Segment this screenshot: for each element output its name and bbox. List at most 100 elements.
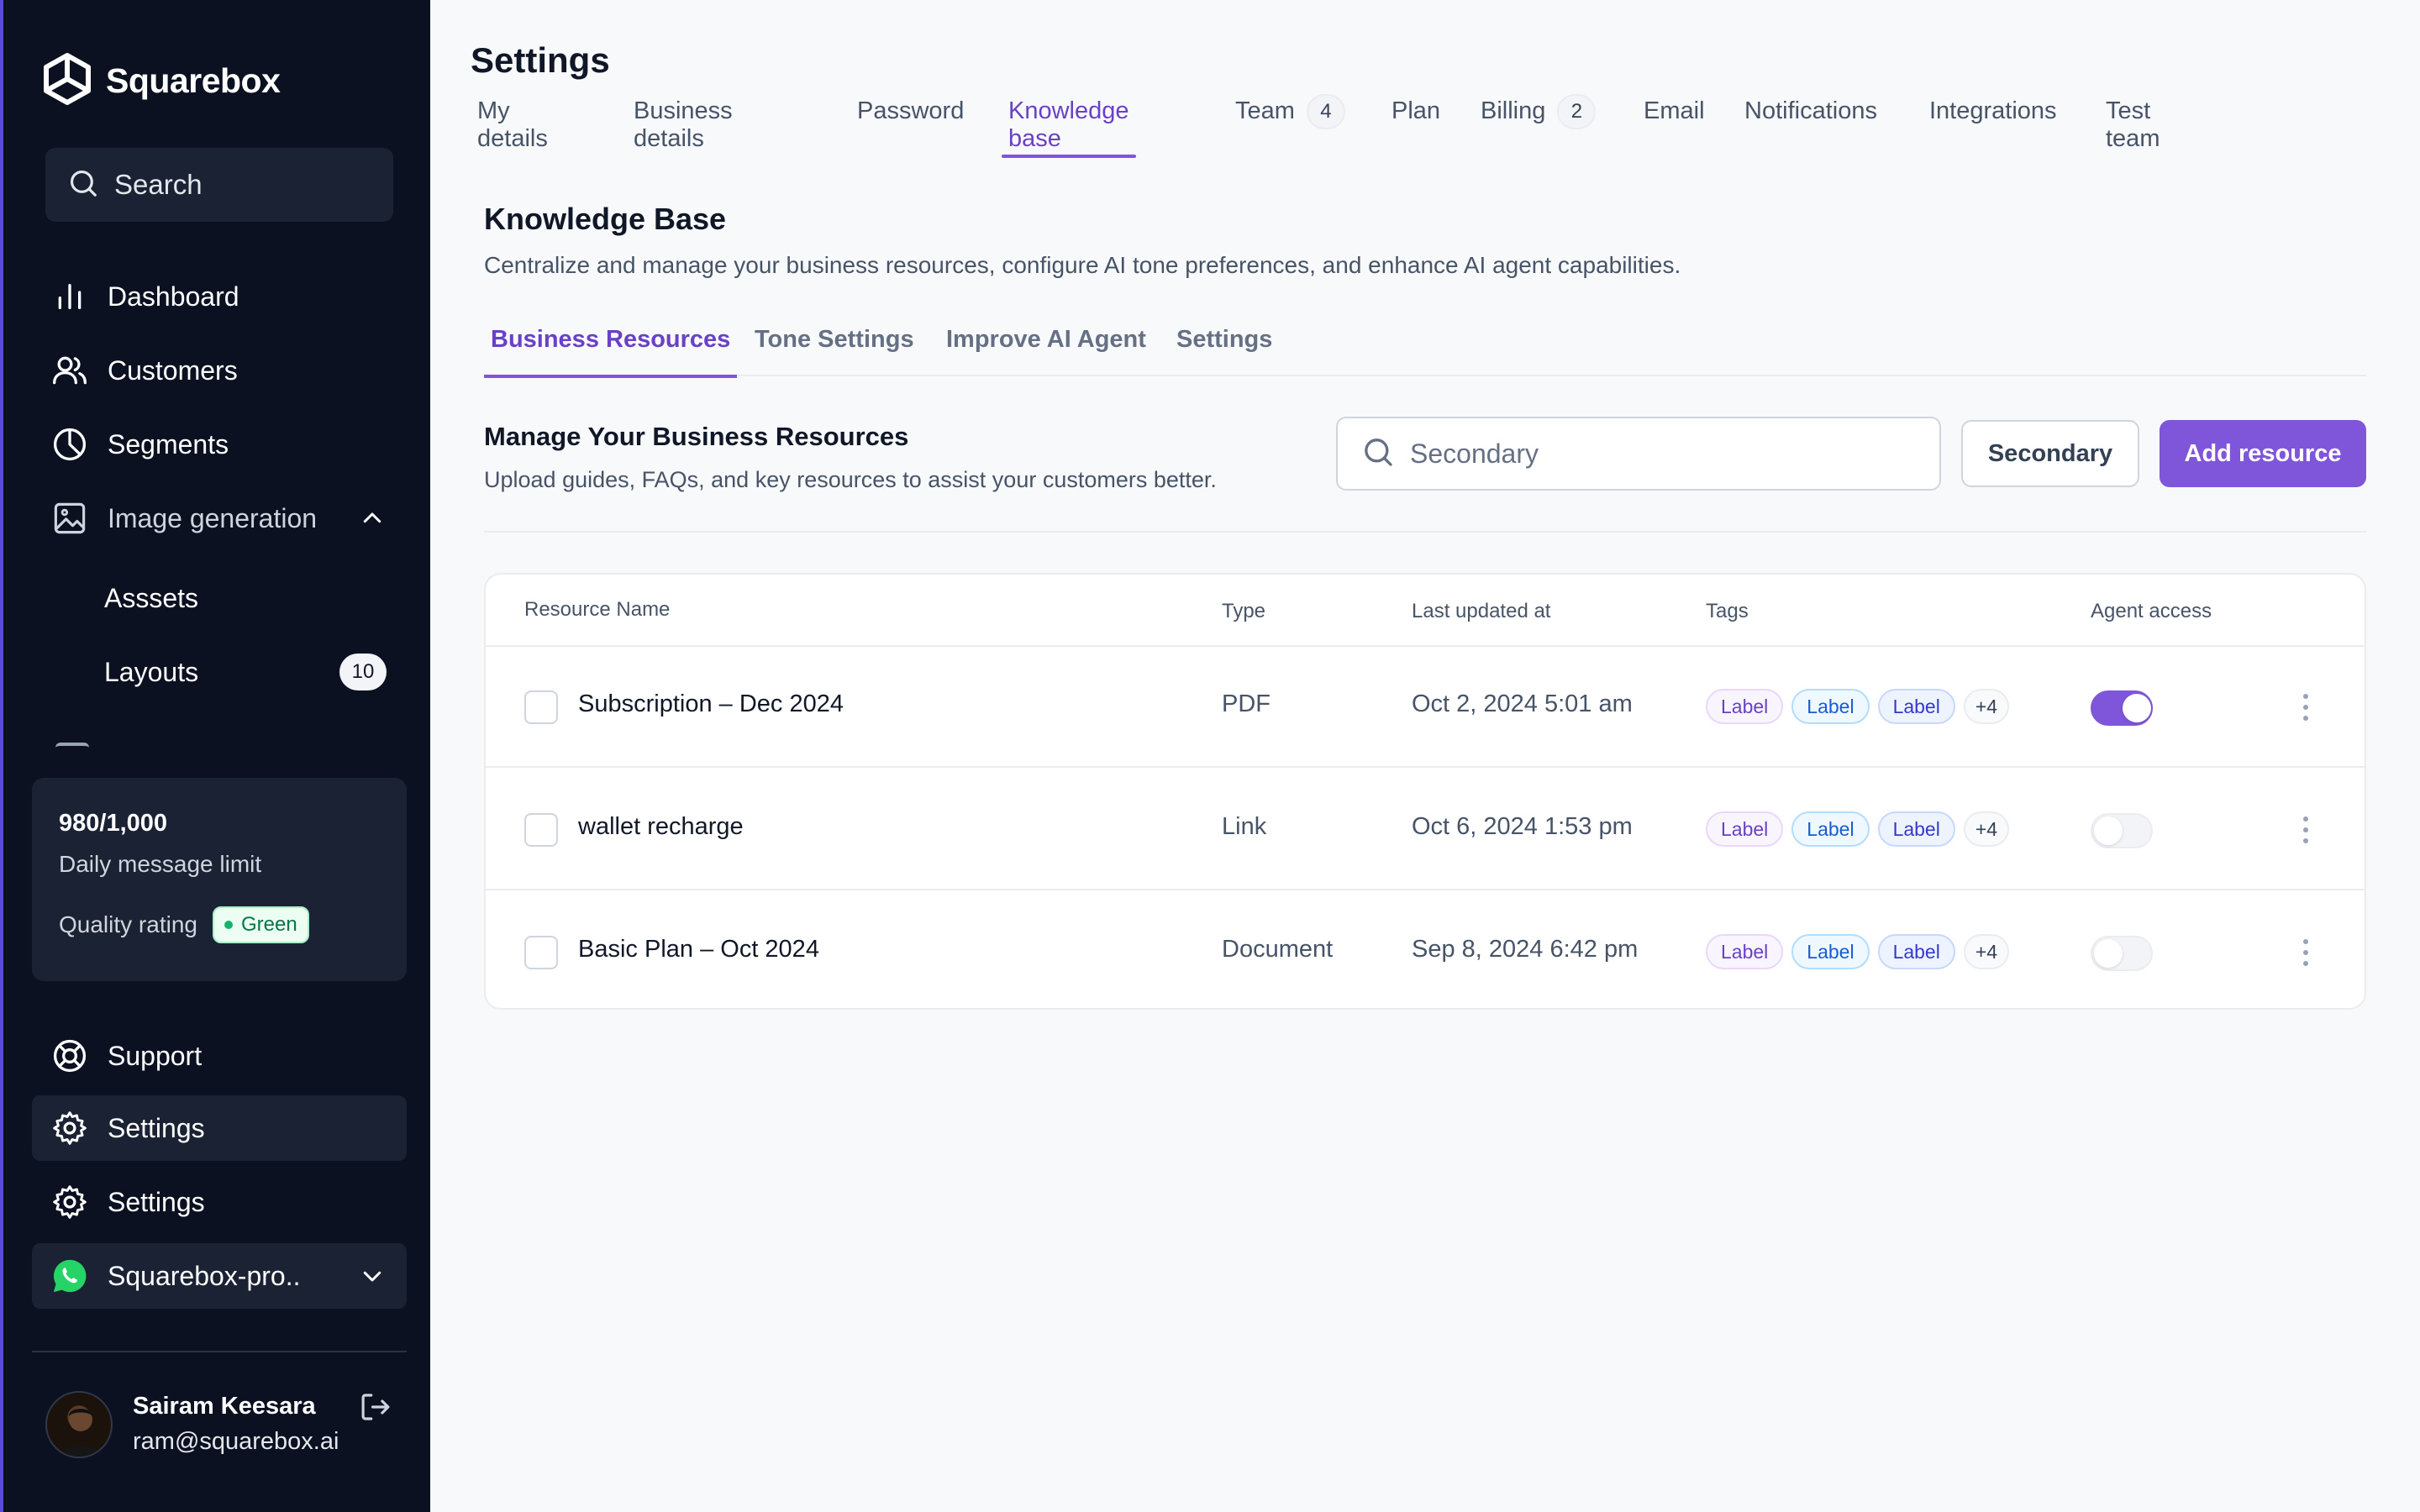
brand-name: Squarebox [106, 61, 281, 100]
more-tags-badge[interactable]: +4 [1963, 811, 2010, 847]
quality-status-text: Green [240, 913, 297, 936]
more-tags-badge[interactable]: +4 [1963, 689, 2010, 724]
tab-business-details[interactable]: Business details [634, 94, 733, 158]
column-header-tags[interactable]: Tags [1706, 600, 1749, 623]
avatar[interactable] [45, 1391, 113, 1458]
subtab-improve-ai-agent[interactable]: Improve AI Agent [946, 326, 1146, 375]
app-window: Squarebox Search Dashboard Customers Seg [0, 0, 2420, 1512]
bar-chart-icon [50, 277, 89, 316]
subtab-label: Settings [1176, 326, 1273, 353]
sidebar-search-label: Search [114, 169, 203, 200]
subtab-business-resources[interactable]: Business Resources [483, 326, 738, 378]
tab-label: My details [477, 97, 548, 152]
subtab-settings[interactable]: Settings [1176, 326, 1272, 375]
resources-description: Upload guides, FAQs, and key resources t… [484, 467, 1217, 492]
agent-access-toggle[interactable] [2091, 813, 2153, 848]
agent-access-toggle[interactable] [2091, 690, 2153, 726]
tab-my-details[interactable]: My details [477, 94, 548, 158]
tag-badge: Label [1877, 689, 1955, 724]
resource-updated: Oct 2, 2024 5:01 am [1412, 690, 1633, 717]
column-header-type[interactable]: Type [1222, 600, 1265, 623]
workspace-switcher[interactable]: Squarebox-pro.. [32, 1243, 407, 1309]
sidebar-item-label: Support [108, 1040, 203, 1071]
tag-badge: Label [1791, 689, 1870, 724]
resource-updated: Oct 6, 2024 1:53 pm [1412, 813, 1633, 840]
table-row[interactable]: wallet recharge Link Oct 6, 2024 1:53 pm… [486, 769, 2365, 890]
agent-access-toggle[interactable] [2091, 936, 2153, 971]
tab-integrations[interactable]: Integrations [1929, 94, 2057, 158]
sidebar-item-segments[interactable]: Segments [32, 412, 407, 477]
tag-badge: Label [1706, 689, 1784, 724]
tab-test-team[interactable]: Test team [2106, 94, 2160, 158]
sidebar-item-label: Segments [108, 428, 229, 459]
column-header-last-updated[interactable]: Last updated at [1412, 600, 1550, 623]
tab-label: Password [857, 97, 965, 124]
sidebar-subitem-assets[interactable]: Asssets [104, 583, 198, 614]
table-row[interactable]: Basic Plan – Oct 2024 Document Sep 8, 20… [486, 892, 2365, 1008]
sidebar-item-settings-active[interactable]: Settings [32, 1095, 407, 1161]
logout-icon[interactable] [358, 1389, 393, 1429]
resource-name[interactable]: Basic Plan – Oct 2024 [578, 936, 819, 963]
tab-email[interactable]: Email [1644, 94, 1705, 158]
tab-knowledge-base[interactable]: Knowledge base [1002, 94, 1135, 158]
tab-label: Test team [2106, 97, 2160, 152]
row-checkbox[interactable] [524, 813, 558, 847]
resource-name[interactable]: wallet recharge [578, 813, 744, 841]
tab-billing[interactable]: Billing 2 [1481, 94, 1597, 158]
tab-plan[interactable]: Plan [1392, 94, 1440, 158]
sidebar-item-customers[interactable]: Customers [32, 338, 407, 403]
tab-label: Integrations [1929, 97, 2057, 124]
quality-status-badge: Green [212, 906, 309, 943]
column-header-resource-name[interactable]: Resource Name [524, 598, 670, 622]
more-options-icon[interactable] [2297, 936, 2314, 969]
resource-tags: Label Label Label +4 [1706, 934, 2018, 969]
workspace-name: Squarebox-pro.. [108, 1260, 301, 1291]
sidebar-item-settings[interactable]: Settings [32, 1169, 407, 1235]
toggle-knob [2094, 816, 2123, 845]
tag-badge: Label [1877, 934, 1955, 969]
tag-badge: Label [1877, 811, 1955, 847]
sidebar-item-label: Image generation [108, 502, 318, 533]
tab-team[interactable]: Team 4 [1235, 94, 1345, 158]
more-options-icon[interactable] [2297, 813, 2314, 847]
tag-badge: Label [1791, 934, 1870, 969]
resource-tags: Label Label Label +4 [1706, 689, 2018, 724]
search-icon [1361, 435, 1395, 473]
row-checkbox[interactable] [524, 936, 558, 969]
table-row[interactable]: Subscription – Dec 2024 PDF Oct 2, 2024 … [486, 647, 2365, 768]
resource-search-input[interactable]: Secondary [1336, 417, 1941, 491]
sidebar-item-label: Settings [108, 1186, 205, 1217]
sidebar-search[interactable]: Search [45, 148, 393, 222]
message-limit-count: 980/1,000 [59, 810, 168, 837]
tab-password[interactable]: Password [857, 94, 964, 158]
tab-label: Email [1644, 97, 1705, 124]
message-limit-card: 980/1,000 Daily message limit Quality ra… [32, 778, 407, 981]
row-checkbox[interactable] [524, 690, 558, 724]
secondary-button[interactable]: Secondary [1961, 420, 2139, 487]
resource-name[interactable]: Subscription – Dec 2024 [578, 690, 844, 718]
chevron-down-icon[interactable] [360, 1263, 385, 1293]
chevron-up-icon[interactable] [360, 506, 385, 535]
image-icon [50, 499, 89, 538]
message-limit-label: Daily message limit [59, 851, 262, 877]
subtab-tone-settings[interactable]: Tone Settings [755, 326, 914, 375]
whatsapp-icon [50, 1257, 89, 1295]
sidebar-subitem-layouts[interactable]: Layouts [104, 657, 198, 688]
more-tags-badge[interactable]: +4 [1963, 934, 2010, 969]
tab-notifications[interactable]: Notifications [1744, 94, 1877, 158]
sidebar-item-dashboard[interactable]: Dashboard [32, 264, 407, 329]
sidebar-item-image-generation[interactable]: Image generation [32, 486, 407, 551]
section-title: Knowledge Base [484, 202, 727, 236]
resources-title: Manage Your Business Resources [484, 422, 909, 451]
sidebar-item-support[interactable]: Support [32, 1023, 407, 1089]
squarebox-logo-icon [42, 52, 92, 110]
column-header-agent-access[interactable]: Agent access [2091, 600, 2212, 623]
knowledge-base-subtabs: Business Resources Tone Settings Improve… [483, 319, 2366, 378]
section-description: Centralize and manage your business reso… [484, 252, 1681, 278]
user-profile[interactable]: Sairam Keesara ram@squarebox.ai [45, 1389, 398, 1458]
section-divider [484, 531, 2366, 533]
add-resource-button[interactable]: Add resource [2160, 420, 2366, 487]
brand[interactable]: Squarebox [42, 52, 281, 110]
more-options-icon[interactable] [2297, 690, 2314, 724]
resource-tags: Label Label Label +4 [1706, 811, 2018, 847]
